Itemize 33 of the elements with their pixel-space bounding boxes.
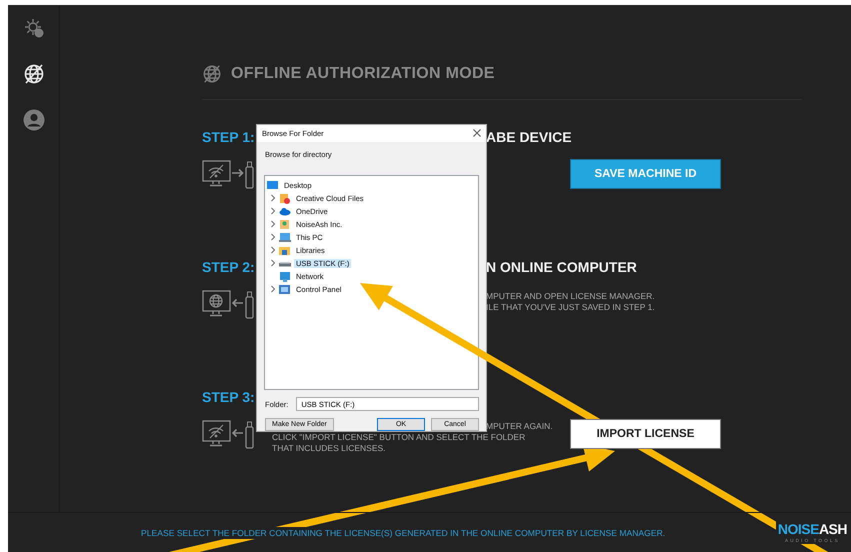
footer-message: PLEASE SELECT THE FOLDER CONTAINING THE LICENSE(S) GENERATED IN THE ONLINE COMPUTER BY LICENSE MANAGER. — [141, 526, 666, 538]
step-description: CLICK "IMPORT LICENSE" BUTTON AND SELECT THE FOLDER — [272, 432, 526, 443]
expand-chevron-icon[interactable] — [270, 259, 276, 268]
expand-chevron-icon[interactable] — [270, 194, 276, 202]
folder-icon — [279, 244, 291, 256]
step-label: STEP 2: — [202, 259, 255, 275]
import-license-button[interactable]: IMPORT LICENSE — [570, 419, 721, 449]
network-icon — [279, 270, 291, 282]
user-folder-icon — [279, 218, 291, 230]
step-label: STEP 1: — [202, 129, 255, 145]
expand-chevron-icon[interactable] — [270, 246, 276, 254]
step-title: N ONLINE COMPUTER — [486, 259, 638, 275]
folder-icon — [279, 192, 291, 204]
expand-chevron-icon[interactable] — [270, 285, 276, 294]
expand-chevron-icon[interactable] — [270, 207, 276, 216]
user-icon[interactable] — [22, 109, 44, 131]
expand-chevron-icon[interactable] — [270, 233, 276, 242]
settings-icon[interactable] — [22, 17, 44, 39]
desktop-icon — [267, 180, 279, 191]
cloud-icon — [279, 206, 291, 217]
computer-icon — [279, 232, 291, 243]
globe-slash-icon — [202, 64, 222, 84]
step-label: STEP 3: — [202, 389, 255, 405]
page-title: OFFLINE AUTHORIZATION MODE — [231, 65, 495, 83]
control-panel-icon — [279, 284, 291, 295]
step-description: ILE THAT YOU'VE JUST SAVED IN STEP 1. — [486, 302, 656, 313]
expand-chevron-icon[interactable] — [270, 220, 276, 228]
globe-slash-icon[interactable] — [22, 63, 44, 85]
step-description: MPUTER AGAIN. — [486, 421, 554, 432]
step-description: MPUTER AND OPEN LICENSE MANAGER. — [486, 291, 656, 302]
step-title: ABE DEVICE — [486, 129, 573, 145]
step-description: THAT INCLUDES LICENSES. — [272, 443, 387, 454]
logo-wordmark: NOISEASH — [776, 521, 849, 537]
